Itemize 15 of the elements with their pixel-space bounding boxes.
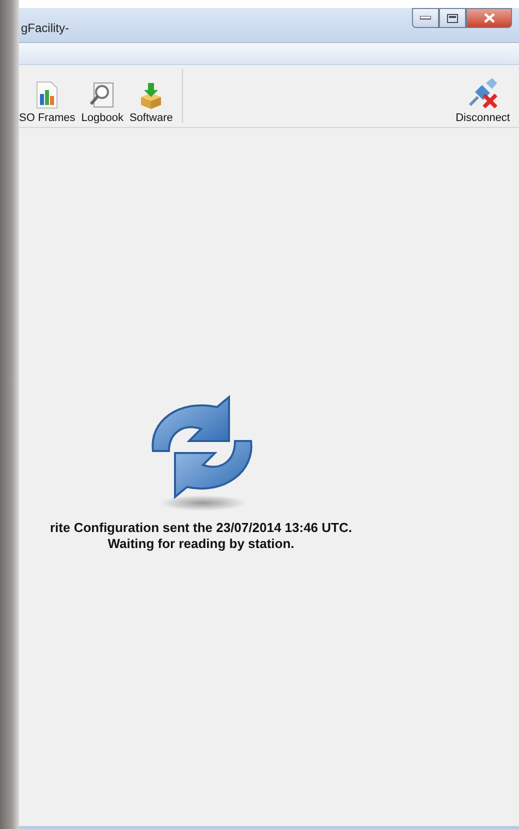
toolbar-button[interactable]: Software xyxy=(126,65,176,127)
toolbar-button[interactable]: Logbook xyxy=(78,65,126,127)
magnifier-icon xyxy=(88,81,116,109)
toolbar-button[interactable]: Disconnect xyxy=(456,65,513,127)
status-message: Waiting for reading by station. xyxy=(108,536,294,552)
close-button[interactable] xyxy=(466,8,512,28)
minimize-button[interactable] xyxy=(412,8,439,28)
maximize-icon xyxy=(447,14,458,22)
minimize-icon xyxy=(420,16,431,20)
status-message: rite Configuration sent the 23/07/2014 13:46 UTC. xyxy=(50,520,352,536)
maximize-button[interactable] xyxy=(439,8,466,28)
toolbar-button[interactable]: SO Frames xyxy=(19,65,78,127)
bar-chart-icon xyxy=(34,81,60,109)
close-icon xyxy=(484,13,494,23)
window-title: gFacility- xyxy=(21,21,70,35)
